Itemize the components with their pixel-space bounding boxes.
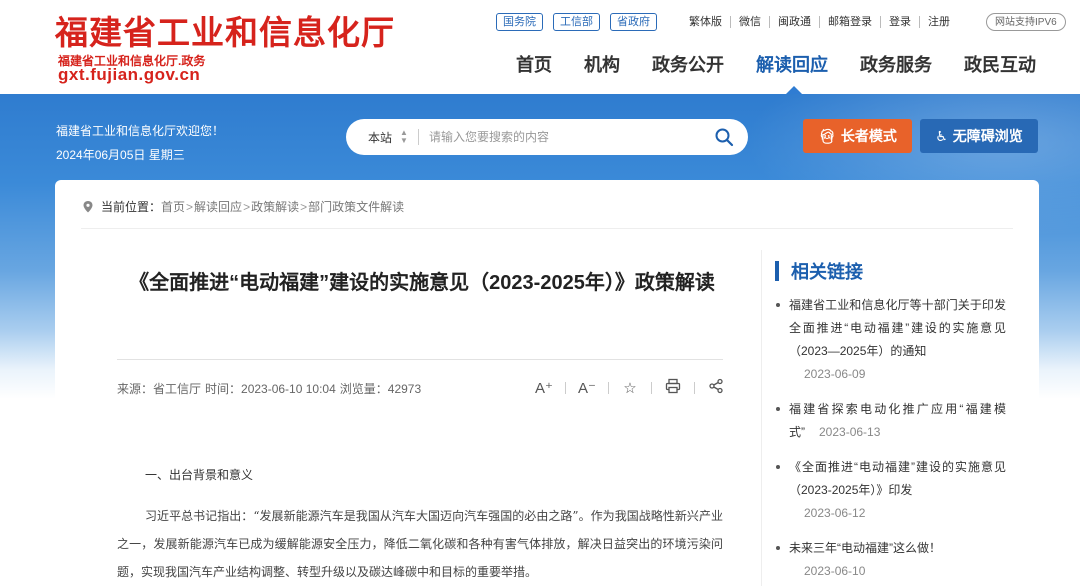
- article-tools: A⁺ A⁻ ☆: [533, 378, 727, 398]
- breadcrumb-divider: [81, 228, 1013, 229]
- search-icon[interactable]: [714, 127, 734, 147]
- related-link-item[interactable]: 福建省工业和信息化厅等十部门关于印发全面推进“电动福建”建设的实施意见（2023…: [776, 294, 1006, 386]
- article-source: 来源：省工信厅: [117, 382, 202, 396]
- breadcrumb-sep: >: [300, 199, 308, 214]
- search-divider: [417, 129, 419, 145]
- nav-interpretation[interactable]: 解读回应: [756, 52, 828, 78]
- article-title: 《全面推进“电动福建”建设的实施意见（2023-2025年）》政策解读: [129, 272, 715, 294]
- search-scope-select[interactable]: 本站: [368, 129, 392, 146]
- related-link-text[interactable]: 未来三年“电动福建”这么做！: [789, 537, 1006, 560]
- scope-updown-icon[interactable]: ▲ ▼: [400, 129, 408, 145]
- search-input[interactable]: [428, 130, 689, 144]
- font-decrease-icon[interactable]: A⁻: [576, 379, 598, 397]
- logo-title[interactable]: 福建省工业和信息化厅: [55, 14, 395, 52]
- welcome-text: 福建省工业和信息化厅欢迎您！: [56, 124, 225, 138]
- content-card: 当前位置： 首页 > 解读回应 > 政策解读 > 部门政策文件解读 《全面推进“…: [55, 180, 1039, 586]
- font-increase-icon[interactable]: A⁺: [533, 379, 555, 397]
- link-login[interactable]: 登录: [881, 16, 920, 28]
- link-miit[interactable]: 工信部: [553, 13, 600, 31]
- link-minzhengtong[interactable]: 闽政通: [770, 16, 820, 28]
- related-link-text[interactable]: 《全面推进“电动福建”建设的实施意见（2023-2025年）》印发: [789, 456, 1006, 502]
- related-link-date: 2023-06-12: [804, 506, 866, 520]
- nav-organization[interactable]: 机构: [584, 52, 620, 78]
- nav-services[interactable]: 政务服务: [860, 52, 932, 78]
- nav-active-caret: [786, 86, 802, 94]
- related-link-item[interactable]: 《全面推进“电动福建”建设的实施意见（2023-2025年）》印发 2023-0…: [776, 456, 1006, 525]
- breadcrumb-sep: >: [186, 199, 194, 214]
- logo-url: gxt.fujian.gov.cn: [58, 65, 201, 84]
- main-nav: 首页 机构 政务公开 解读回应 政务服务 政民互动: [500, 52, 1052, 78]
- accessible-browse-button[interactable]: ♿︎ 无障碍浏览: [920, 119, 1038, 153]
- ipv6-badge: 网站支持IPV6: [986, 13, 1066, 31]
- breadcrumb: 当前位置： 首页 > 解读回应 > 政策解读 > 部门政策文件解读: [81, 198, 404, 215]
- link-state-council[interactable]: 国务院: [496, 13, 543, 31]
- article-meta: 来源：省工信厅 时间：2023-06-10 10:04 浏览量：42973: [117, 380, 425, 397]
- elder-mode-label: 长者模式: [840, 128, 897, 144]
- elder-mode-button[interactable]: 🧓︎ 长者模式: [803, 119, 912, 153]
- current-date: 2024年06月05日 星期三: [56, 148, 185, 162]
- sidebar-header: 相关链接: [775, 258, 863, 284]
- title-divider: [117, 359, 723, 360]
- sidebar-title: 相关链接: [791, 262, 863, 282]
- link-traditional[interactable]: 繁体版: [681, 16, 731, 28]
- link-wechat[interactable]: 微信: [731, 16, 770, 28]
- nav-interaction[interactable]: 政民互动: [964, 52, 1036, 78]
- top-links-bar: 国务院 工信部 省政府 繁体版 微信 闽政通 邮箱登录 登录 注册 网站支持IP…: [496, 12, 1066, 32]
- breadcrumb-sep: >: [243, 199, 251, 214]
- related-link-date: 2023-06-10: [804, 564, 866, 578]
- article-views: 浏览量：42973: [339, 382, 422, 396]
- related-link-text[interactable]: 福建省工业和信息化厅等十部门关于印发全面推进“电动福建”建设的实施意见（2023…: [789, 294, 1006, 363]
- print-icon[interactable]: [662, 378, 684, 398]
- related-link-item[interactable]: 未来三年“电动福建”这么做！ 2023-06-10: [776, 537, 1006, 583]
- breadcrumb-interpretation[interactable]: 解读回应: [194, 198, 242, 215]
- link-provincial-gov[interactable]: 省政府: [610, 13, 657, 31]
- link-mail-login[interactable]: 邮箱登录: [820, 16, 881, 28]
- breadcrumb-policy-interpretation[interactable]: 政策解读: [251, 198, 299, 215]
- breadcrumb-dept-interpretation[interactable]: 部门政策文件解读: [308, 198, 404, 215]
- related-links-list: 福建省工业和信息化厅等十部门关于印发全面推进“电动福建”建设的实施意见（2023…: [776, 294, 1006, 586]
- search-bar: 本站 ▲ ▼: [346, 119, 748, 155]
- breadcrumb-home[interactable]: 首页: [161, 198, 185, 215]
- sidebar-accent-bar: [775, 261, 779, 281]
- nav-home[interactable]: 首页: [516, 52, 552, 78]
- accessible-label: 无障碍浏览: [952, 128, 1023, 144]
- related-links-sidebar: 相关链接 福建省工业和信息化厅等十部门关于印发全面推进“电动福建”建设的实施意见…: [761, 250, 1039, 586]
- related-link-date: 2023-06-13: [819, 425, 881, 439]
- share-icon[interactable]: [705, 378, 727, 398]
- related-link-item[interactable]: 福建省探索电动化推广应用“福建模式” 2023-06-13: [776, 398, 1006, 444]
- elder-icon: 🧓︎: [818, 127, 836, 144]
- location-pin-icon: [83, 200, 93, 212]
- breadcrumb-label: 当前位置：: [101, 200, 162, 214]
- article-paragraph: 习近平总书记指出：“发展新能源汽车是我国从汽车大国迈向汽车强国的必由之路”。作为…: [117, 509, 723, 579]
- section-heading: 一、出台背景和意义: [145, 468, 254, 482]
- related-link-date: 2023-06-09: [804, 367, 866, 381]
- wheelchair-icon: ♿︎: [935, 127, 948, 144]
- favorite-star-icon[interactable]: ☆: [619, 379, 641, 397]
- article-time: 时间：2023-06-10 10:04: [205, 382, 336, 396]
- link-register[interactable]: 注册: [920, 16, 958, 28]
- nav-gov-affairs[interactable]: 政务公开: [652, 52, 724, 78]
- site-header: 福建省工业和信息化厅 福建省工业和信息化厅.政务 gxt.fujian.gov.…: [0, 0, 1080, 94]
